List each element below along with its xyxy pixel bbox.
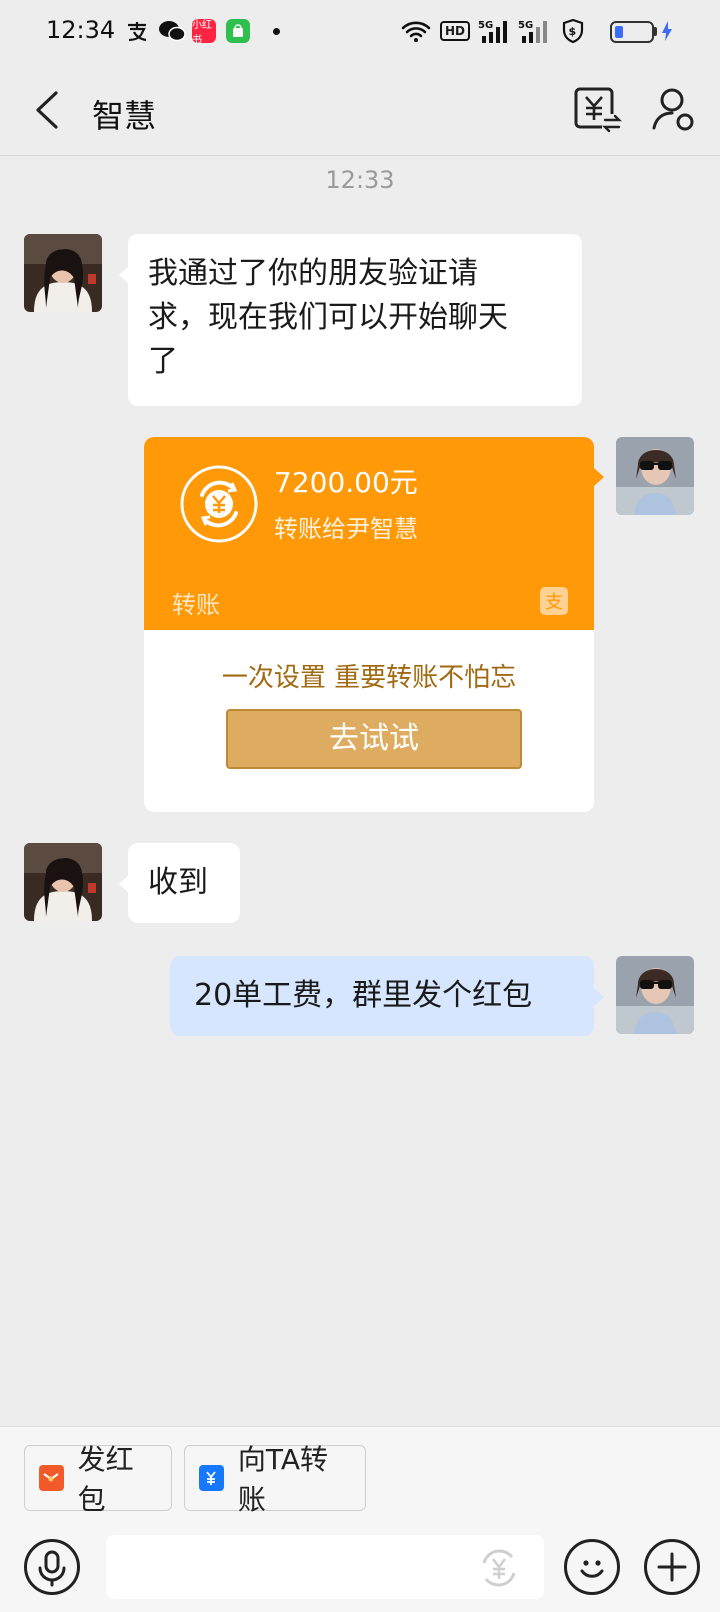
bill-icon (574, 87, 622, 133)
voice-input-button[interactable] (24, 1539, 80, 1595)
svg-text:$: $ (569, 25, 577, 38)
yuan-coin-icon (180, 465, 258, 543)
transfer-card-header: 7200.00元 转账给尹智慧 转账 支 (144, 437, 594, 630)
message-text-line: 求，现在我们可以开始聊天 (148, 300, 508, 335)
red-packet-label: 发红包 (77, 1443, 134, 1516)
plus-icon (657, 1552, 687, 1582)
message-bubble-sent[interactable]: 20单工费，群里发个红包 (170, 956, 594, 1036)
battery-icon (610, 21, 654, 43)
alipay-notification-icon (124, 18, 150, 44)
svg-text:5G: 5G (478, 20, 493, 31)
more-notifications-dot (273, 28, 280, 35)
transfer-recipient: 转账给尹智慧 (274, 515, 418, 543)
back-arrow-icon (36, 91, 58, 129)
back-button[interactable] (24, 86, 72, 134)
status-bar: 12:34 小红书 HD 5G 5G $ (0, 0, 720, 64)
red-packet-icon (39, 1465, 64, 1491)
money-icon[interactable] (476, 1545, 522, 1591)
message-input[interactable] (106, 1535, 544, 1599)
wechat-notification-icon (158, 18, 186, 44)
signal-strength-icon-2: 5G (518, 18, 552, 44)
transfer-promo-text: 一次设置 重要转账不怕忘 (221, 663, 517, 693)
transfer-label: 转账 (172, 591, 220, 619)
bottom-input-area: 发红包 向TA转账 (0, 1426, 720, 1612)
wifi-icon (400, 18, 432, 44)
signal-strength-icon-1: 5G (478, 18, 512, 44)
try-it-button[interactable]: 去试试 (226, 709, 522, 769)
message-text-line: 我通过了你的朋友验证请 (148, 256, 478, 291)
chat-header: 智慧 (0, 64, 720, 156)
emoji-button[interactable] (564, 1539, 620, 1595)
transfer-card-icon (199, 1465, 224, 1491)
battery-cap (654, 27, 657, 36)
xiaohongshu-label: 小红书 (192, 19, 216, 46)
bubble-tail (594, 468, 604, 486)
hd-voice-badge: HD (440, 21, 471, 41)
shield-dollar-icon: $ (560, 18, 586, 44)
transfer-to-button[interactable]: 向TA转账 (184, 1443, 366, 1516)
microphone-icon (38, 1550, 66, 1587)
message-bubble-received[interactable]: 我通过了你的朋友验证请 求，现在我们可以开始聊天 了 (128, 234, 582, 406)
contact-settings-icon (652, 88, 694, 131)
message-text: 收到 (148, 865, 208, 900)
message-text: 20单工费，群里发个红包 (194, 978, 533, 1013)
self-avatar[interactable] (616, 956, 694, 1034)
chat-title: 智慧 (92, 97, 157, 135)
message-timestamp: 12:33 (325, 166, 395, 194)
contact-avatar[interactable] (24, 843, 102, 921)
emoji-icon (580, 1560, 604, 1578)
contact-settings-button[interactable] (648, 84, 700, 136)
charging-bolt-icon (660, 18, 674, 44)
contact-avatar[interactable] (24, 234, 102, 312)
android-store-icon (226, 18, 250, 44)
self-avatar[interactable] (616, 437, 694, 515)
transfer-to-label: 向TA转账 (237, 1443, 328, 1516)
message-bubble-received[interactable]: 收到 (128, 843, 240, 923)
xiaohongshu-app-icon: 小红书 (192, 18, 216, 46)
more-actions-button[interactable] (644, 1539, 700, 1595)
status-time: 12:34 (46, 16, 116, 44)
alipay-logo-icon: 支 (540, 587, 568, 615)
transfer-amount: 7200.00元 (274, 466, 418, 499)
svg-text:5G: 5G (518, 20, 533, 31)
message-text-line: 了 (148, 344, 178, 379)
bubble-tail (594, 988, 604, 1006)
bill-button[interactable] (572, 84, 624, 136)
transfer-card[interactable]: 7200.00元 转账给尹智慧 转账 支 一次设置 重要转账不怕忘 去试试 (144, 437, 594, 812)
red-packet-button[interactable]: 发红包 (24, 1443, 172, 1516)
